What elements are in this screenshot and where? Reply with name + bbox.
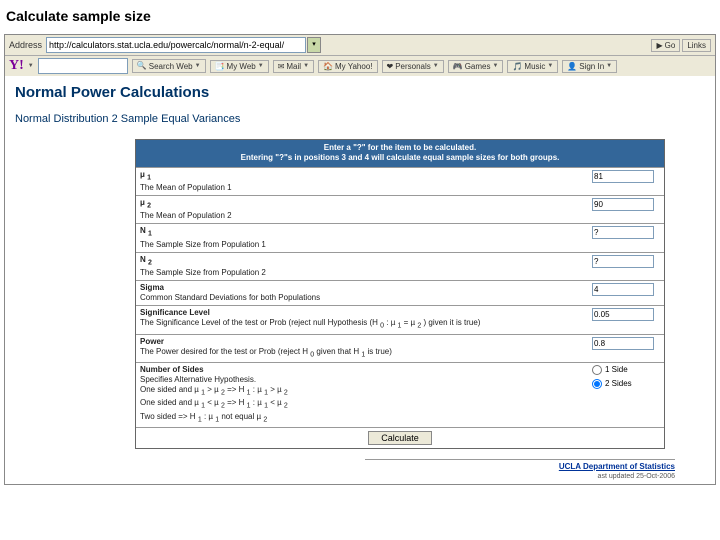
- mu1-title: 1: [140, 170, 151, 179]
- n2-desc: The Sample Size from Population 2: [140, 268, 266, 277]
- sides-title: Number of Sides: [140, 365, 204, 374]
- mail-button[interactable]: ✉ Mail▼: [273, 60, 314, 73]
- page-content: Normal Power Calculations Normal Distrib…: [5, 76, 715, 484]
- power-title: Power: [140, 337, 164, 346]
- mu1-desc: The Mean of Population 1: [140, 183, 232, 192]
- form-header-line2: Entering "?"s in positions 3 and 4 will …: [140, 153, 660, 163]
- radio-2sides[interactable]: [592, 379, 602, 389]
- search-icon: 🔍: [137, 61, 147, 71]
- yahoo-dropdown-icon[interactable]: ▼: [28, 63, 34, 69]
- go-label: Go: [665, 41, 676, 50]
- address-label: Address: [9, 40, 42, 50]
- page-title: Normal Power Calculations: [15, 84, 705, 101]
- row-n1: N 1 The Sample Size from Population 1: [136, 223, 664, 251]
- sigma-input[interactable]: [592, 283, 654, 296]
- calculate-button[interactable]: Calculate: [368, 431, 432, 445]
- calculate-row: Calculate: [136, 427, 664, 448]
- row-mu1: 1 The Mean of Population 1: [136, 167, 664, 195]
- row-sigma: Sigma Common Standard Deviations for bot…: [136, 280, 664, 305]
- mu2-title: 2: [140, 198, 151, 207]
- yahoo-logo[interactable]: Y!: [9, 58, 24, 74]
- myyahoo-button[interactable]: 🏠 My Yahoo!: [318, 60, 377, 73]
- mu1-input[interactable]: [592, 170, 654, 183]
- yahoo-toolbar: Y! ▼ 🔍Search Web▼ 📑 My Web▼ ✉ Mail▼ 🏠 My…: [5, 56, 715, 76]
- sides-desc2: One sided and µ 1 > µ 2 => H 1 : µ 1 > µ…: [140, 385, 288, 394]
- page-footer: UCLA Department of Statistics ast update…: [15, 449, 705, 480]
- radio-2sides-label[interactable]: 2 Sides: [592, 379, 661, 389]
- slide-title: Calculate sample size: [0, 0, 720, 30]
- radio-1side[interactable]: [592, 365, 602, 375]
- sig-input[interactable]: [592, 308, 654, 321]
- n1-input[interactable]: [592, 226, 654, 239]
- sigma-desc: Common Standard Deviations for both Popu…: [140, 293, 320, 302]
- row-mu2: 2 The Mean of Population 2: [136, 195, 664, 223]
- signin-button[interactable]: 👤 Sign In▼: [562, 60, 617, 73]
- sides-desc1: Specifies Alternative Hypothesis.: [140, 375, 256, 384]
- games-button[interactable]: 🎮 Games▼: [448, 60, 504, 73]
- mu2-desc: The Mean of Population 2: [140, 211, 232, 220]
- links-button[interactable]: Links: [682, 39, 711, 52]
- browser-window: Address ▾ ▶ Go Links Y! ▼ 🔍Search Web▼ 📑…: [4, 34, 716, 485]
- form-header: Enter a "?" for the item to be calculate…: [136, 140, 664, 167]
- footer-link[interactable]: UCLA Department of Statistics: [559, 462, 675, 471]
- n2-input[interactable]: [592, 255, 654, 268]
- search-web-button[interactable]: 🔍Search Web▼: [132, 59, 206, 73]
- address-input[interactable]: [46, 37, 306, 53]
- n1-title: N 1: [140, 226, 152, 235]
- power-desc: The Power desired for the test or Prob (…: [140, 347, 392, 356]
- sides-desc4: Two sided => H 1 : µ 1 not equal µ 2: [140, 412, 267, 421]
- power-input[interactable]: [592, 337, 654, 350]
- page-subtitle: Normal Distribution 2 Sample Equal Varia…: [15, 113, 705, 125]
- n1-desc: The Sample Size from Population 1: [140, 240, 266, 249]
- form-header-line1: Enter a "?" for the item to be calculate…: [140, 143, 660, 153]
- sig-desc: The Significance Level of the test or Pr…: [140, 318, 480, 327]
- row-n2: N 2 The Sample Size from Population 2: [136, 252, 664, 280]
- address-dropdown-icon[interactable]: ▾: [307, 37, 321, 53]
- power-calc-form: Enter a "?" for the item to be calculate…: [135, 139, 665, 449]
- sigma-title: Sigma: [140, 283, 164, 292]
- personals-button[interactable]: ❤ Personals▼: [382, 60, 444, 73]
- n2-title: N 2: [140, 255, 152, 264]
- radio-1side-label[interactable]: 1 Side: [592, 365, 661, 375]
- music-button[interactable]: 🎵 Music▼: [507, 60, 558, 73]
- footer-updated: ast updated 25-Oct-2006: [598, 473, 675, 480]
- mu2-input[interactable]: [592, 198, 654, 211]
- row-power: Power The Power desired for the test or …: [136, 334, 664, 362]
- sig-title: Significance Level: [140, 308, 210, 317]
- yahoo-search-input[interactable]: [38, 58, 128, 74]
- row-sides: Number of Sides Specifies Alternative Hy…: [136, 362, 664, 427]
- myweb-button[interactable]: 📑 My Web▼: [210, 60, 269, 73]
- row-significance: Significance Level The Significance Leve…: [136, 305, 664, 333]
- sides-desc3: One sided and µ 1 < µ 2 => H 1 : µ 1 < µ…: [140, 398, 288, 407]
- go-button[interactable]: ▶ Go: [651, 39, 680, 52]
- address-bar: Address ▾ ▶ Go Links: [5, 35, 715, 56]
